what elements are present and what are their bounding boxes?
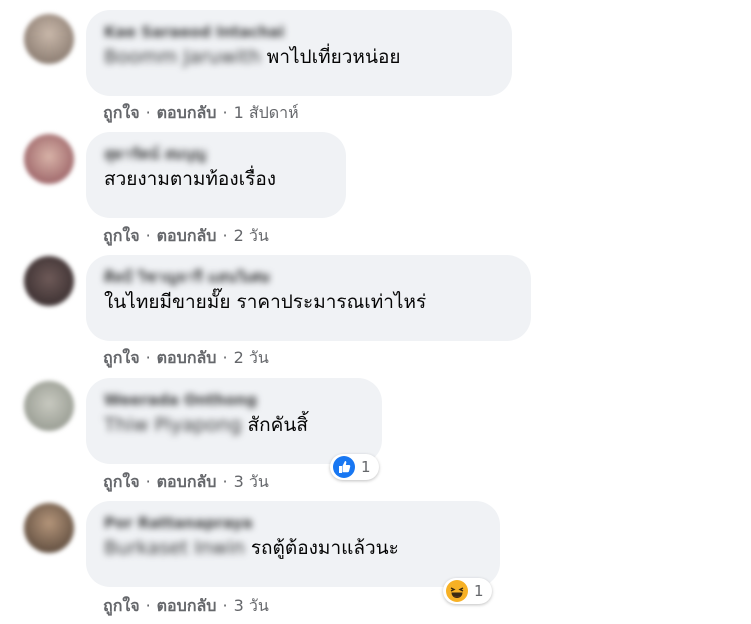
comment-bubble: ศิลป์ วิชาญจารี แสนวิเศษ ในไทยมีขายมั๊ย …: [86, 255, 531, 341]
like-link[interactable]: ถูกใจ: [103, 103, 140, 122]
comment-time[interactable]: 2 วัน: [234, 348, 269, 367]
comment-text: สวยงามตามท้องเรื่อง: [104, 168, 277, 190]
comment-time[interactable]: 1 สัปดาห์: [234, 103, 299, 122]
comment-text: Boomm Jaruwith พาไปเที่ยวหน่อย: [104, 46, 401, 68]
like-icon: [333, 456, 355, 478]
tagged-user[interactable]: Thiw Piyapong: [104, 414, 242, 436]
comment-time[interactable]: 3 วัน: [234, 472, 269, 491]
reply-link[interactable]: ตอบกลับ: [157, 472, 217, 491]
comment-text: ในไทยมีขายมั๊ย ราคาประมารณเท่าไหร่: [104, 291, 427, 313]
comment-actions: ถูกใจ · ตอบกลับ · 3 วัน: [103, 472, 269, 491]
avatar[interactable]: [24, 381, 74, 431]
haha-icon: [446, 580, 468, 602]
comment-author[interactable]: สุดารัตน์ สมบุญ: [104, 144, 326, 164]
like-link[interactable]: ถูกใจ: [103, 348, 140, 367]
comment-author[interactable]: Por Rattanapraya: [104, 513, 480, 533]
reaction-count: 1: [474, 582, 484, 600]
like-link[interactable]: ถูกใจ: [103, 226, 140, 245]
reaction-summary[interactable]: 1: [443, 578, 492, 604]
reply-link[interactable]: ตอบกลับ: [157, 596, 217, 615]
comment-actions: ถูกใจ · ตอบกลับ · 3 วัน: [103, 596, 269, 615]
tagged-user[interactable]: Burkaset Inwin: [104, 537, 245, 559]
comment-time[interactable]: 2 วัน: [234, 226, 269, 245]
comment-actions: ถูกใจ · ตอบกลับ · 2 วัน: [103, 226, 269, 245]
avatar[interactable]: [24, 256, 74, 306]
comment-time[interactable]: 3 วัน: [234, 596, 269, 615]
comment-actions: ถูกใจ · ตอบกลับ · 1 สัปดาห์: [103, 103, 299, 122]
comment-author[interactable]: Weerada Onthong: [104, 390, 362, 410]
avatar[interactable]: [24, 503, 74, 553]
comment-bubble: Weerada Onthong Thiw Piyapong สักคันสิ้: [86, 378, 382, 464]
comment-text: Thiw Piyapong สักคันสิ้: [104, 414, 308, 436]
reaction-count: 1: [361, 458, 371, 476]
like-link[interactable]: ถูกใจ: [103, 596, 140, 615]
like-link[interactable]: ถูกใจ: [103, 472, 140, 491]
comment-author[interactable]: Kae Saraeod Intachai: [104, 22, 492, 42]
comment-bubble: สุดารัตน์ สมบุญ สวยงามตามท้องเรื่อง: [86, 132, 346, 218]
reply-link[interactable]: ตอบกลับ: [157, 103, 217, 122]
avatar[interactable]: [24, 134, 74, 184]
comment-author[interactable]: ศิลป์ วิชาญจารี แสนวิเศษ: [104, 267, 511, 287]
reaction-summary[interactable]: 1: [330, 454, 379, 480]
reply-link[interactable]: ตอบกลับ: [157, 226, 217, 245]
comment-actions: ถูกใจ · ตอบกลับ · 2 วัน: [103, 348, 269, 367]
comment-bubble: Por Rattanapraya Burkaset Inwin รถตู้ต้อ…: [86, 501, 500, 587]
reply-link[interactable]: ตอบกลับ: [157, 348, 217, 367]
avatar[interactable]: [24, 14, 74, 64]
tagged-user[interactable]: Boomm Jaruwith: [104, 46, 261, 68]
comment-text: Burkaset Inwin รถตู้ต้องมาแล้วนะ: [104, 537, 399, 559]
comment-bubble: Kae Saraeod Intachai Boomm Jaruwith พาไป…: [86, 10, 512, 96]
